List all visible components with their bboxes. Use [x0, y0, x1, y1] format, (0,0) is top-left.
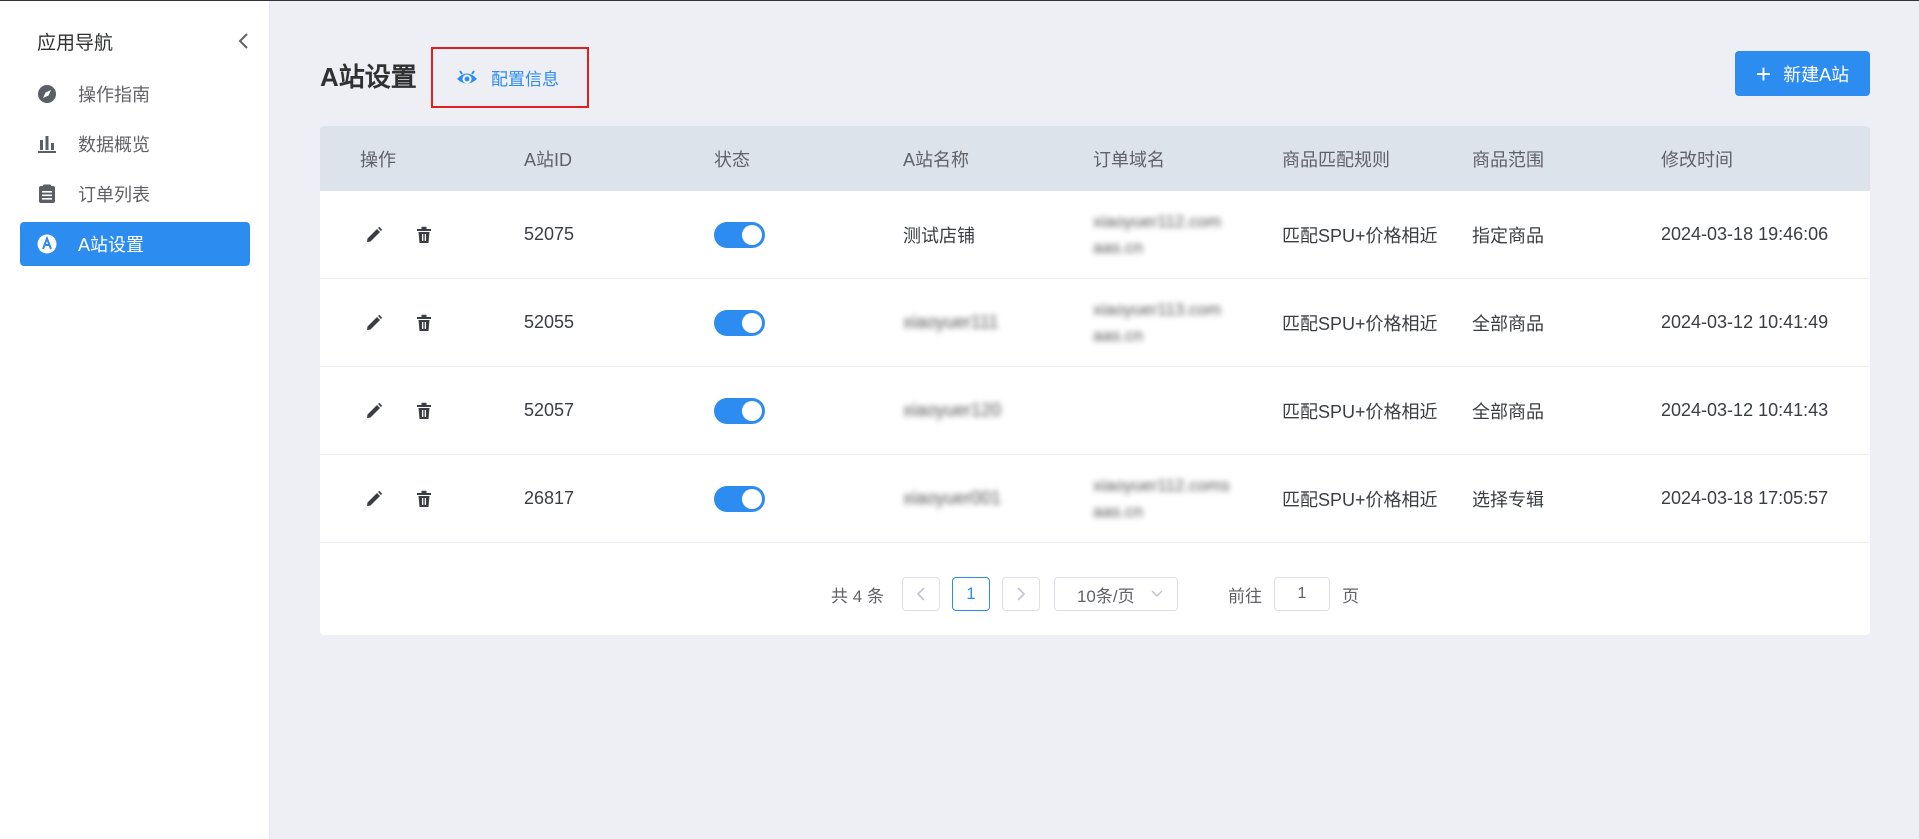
table-row: 52057 xiaoyuer120 匹配SPU+价格相近 全部商品 2024-0…: [320, 367, 1870, 455]
cell-match-rule: 匹配SPU+价格相近: [1282, 225, 1438, 246]
cell-modified-time: 2024-03-12 10:41:49: [1661, 312, 1829, 332]
cell-name: xiaoyuer111: [903, 312, 999, 332]
sidebar-item-label: 操作指南: [78, 85, 150, 105]
cell-product-range: 指定商品: [1472, 225, 1544, 246]
status-toggle[interactable]: [714, 221, 765, 248]
trash-icon[interactable]: [414, 489, 434, 509]
page-title: A站设置: [320, 62, 417, 92]
sidebar-item-label: A站设置: [78, 235, 145, 255]
column-header-domain: 订单域名: [1093, 149, 1165, 170]
cell-domain: xiaoyuer113.com aas.cn: [1093, 299, 1222, 345]
chevron-down-icon: [1151, 590, 1163, 597]
chevron-left-icon: [238, 33, 248, 49]
collapse-sidebar-button[interactable]: [231, 29, 255, 53]
chevron-left-icon: [916, 587, 925, 601]
main-content: A站设置 配置信息 + 新建A站 操作 A站ID 状态 A站名称 订单域名 商品…: [270, 1, 1919, 839]
compass-icon: [36, 83, 58, 105]
page-size-value: 10条/页: [1076, 586, 1135, 606]
config-info-link[interactable]: 配置信息: [431, 47, 589, 108]
cell-id: 52055: [524, 312, 575, 332]
clipboard-icon: [36, 183, 58, 205]
trash-icon[interactable]: [414, 225, 434, 245]
new-a-site-label: 新建A站: [1783, 64, 1850, 85]
chevron-right-icon: [1017, 587, 1026, 601]
cell-domain: xiaoyuer112.com aas.cn: [1093, 211, 1222, 257]
table-row: 52075 测试店铺 xiaoyuer112.com aas.cn 匹配SPU+…: [320, 191, 1870, 279]
cell-domain: xiaoyuer112.coms aas.cn: [1093, 475, 1230, 521]
cell-match-rule: 匹配SPU+价格相近: [1282, 401, 1438, 422]
column-header-id: A站ID: [524, 149, 573, 170]
cell-match-rule: 匹配SPU+价格相近: [1282, 489, 1438, 510]
page-size-select[interactable]: 10条/页: [1053, 577, 1178, 611]
jump-page-input[interactable]: [1273, 577, 1330, 611]
edit-icon[interactable]: [364, 489, 384, 509]
cell-name: xiaoyuer120: [903, 400, 1002, 420]
cell-name: 测试店铺: [903, 225, 975, 246]
cell-name: xiaoyuer001: [903, 488, 1002, 508]
bar-chart-icon: [36, 133, 58, 155]
jump-label: 前往: [1227, 586, 1262, 606]
sidebar-item-a-site-settings[interactable]: A站设置: [20, 222, 250, 266]
table-row: 26817 xiaoyuer001 xiaoyuer112.coms aas.c…: [320, 455, 1870, 543]
cell-modified-time: 2024-03-18 17:05:57: [1661, 488, 1829, 508]
sidebar-header: 应用导航: [37, 27, 255, 55]
trash-icon[interactable]: [414, 313, 434, 333]
pagination-total: 共 4 条: [831, 586, 884, 606]
cell-product-range: 全部商品: [1472, 313, 1544, 334]
eye-icon: [455, 66, 479, 90]
cell-product-range: 选择专辑: [1472, 489, 1544, 510]
column-header-modified-time: 修改时间: [1661, 149, 1733, 170]
pagination: 共 4 条 1 10条/页 前往 页: [320, 574, 1870, 614]
sidebar-item-label: 数据概览: [78, 135, 150, 155]
sidebar-item-overview[interactable]: 数据概览: [20, 122, 250, 166]
sidebar-nav: 操作指南 数据概览 订单列表 A站设置: [20, 72, 250, 272]
plus-icon: +: [1755, 58, 1772, 89]
a-site-table-card: 操作 A站ID 状态 A站名称 订单域名 商品匹配规则 商品范围 修改时间 52…: [320, 126, 1870, 635]
a-circle-icon: [36, 233, 58, 255]
edit-icon[interactable]: [364, 313, 384, 333]
cell-modified-time: 2024-03-12 10:41:43: [1661, 400, 1829, 420]
new-a-site-button[interactable]: + 新建A站: [1735, 51, 1870, 96]
column-header-name: A站名称: [903, 149, 970, 170]
cell-match-rule: 匹配SPU+价格相近: [1282, 313, 1438, 334]
sidebar: 应用导航 操作指南 数据概览 订单列表 A站设置: [0, 1, 270, 839]
table-row: 52055 xiaoyuer111 xiaoyuer113.com aas.cn…: [320, 279, 1870, 367]
status-toggle[interactable]: [714, 485, 765, 512]
config-info-label: 配置信息: [491, 70, 559, 89]
jump-unit: 页: [1341, 586, 1359, 606]
status-toggle[interactable]: [714, 397, 765, 424]
column-header-product-range: 商品范围: [1472, 149, 1544, 170]
column-header-actions: 操作: [360, 149, 396, 170]
column-header-match-rule: 商品匹配规则: [1282, 149, 1390, 170]
cell-id: 52057: [524, 400, 575, 420]
prev-page-button[interactable]: [901, 577, 940, 611]
sidebar-item-guide[interactable]: 操作指南: [20, 72, 250, 116]
status-toggle[interactable]: [714, 309, 765, 336]
sidebar-item-label: 订单列表: [78, 185, 150, 205]
column-header-status: 状态: [714, 149, 750, 170]
next-page-button[interactable]: [1001, 577, 1040, 611]
trash-icon[interactable]: [414, 401, 434, 421]
cell-modified-time: 2024-03-18 19:46:06: [1661, 224, 1829, 244]
cell-id: 26817: [524, 488, 575, 508]
page-number-button[interactable]: 1: [951, 577, 990, 611]
cell-id: 52075: [524, 224, 575, 244]
table-header: 操作 A站ID 状态 A站名称 订单域名 商品匹配规则 商品范围 修改时间: [320, 126, 1870, 191]
sidebar-item-orders[interactable]: 订单列表: [20, 172, 250, 216]
edit-icon[interactable]: [364, 401, 384, 421]
edit-icon[interactable]: [364, 225, 384, 245]
sidebar-title: 应用导航: [37, 32, 114, 54]
cell-product-range: 全部商品: [1472, 401, 1544, 422]
